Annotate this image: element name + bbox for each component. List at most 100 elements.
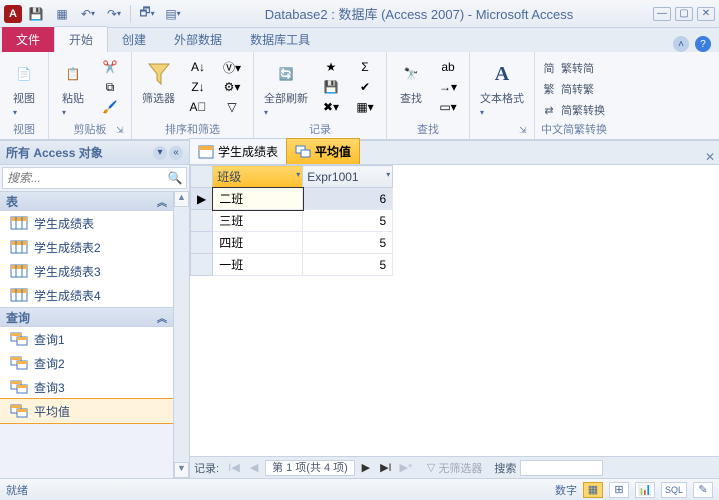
search-icon[interactable]: 🔍 [164,171,186,185]
sort-desc-icon[interactable]: Z↓ [183,78,213,96]
column-dropdown-icon[interactable]: ▾ [386,170,390,179]
doc-tab-query[interactable]: 平均值 [286,138,360,164]
undo-icon[interactable]: ↶▾ [76,3,100,25]
list-item[interactable]: 平均值 [0,399,173,423]
search-input[interactable] [3,171,164,185]
cell[interactable]: 一班 [213,254,303,276]
advanced-filter-icon[interactable]: ⚙▾ [217,78,247,96]
record-counter[interactable]: 第 1 项(共 4 项) [265,460,355,476]
select-icon[interactable]: ▭▾ [433,98,463,116]
table-row[interactable]: 三班 5 [191,210,393,232]
scroll-track[interactable] [174,207,189,462]
selection-filter-icon[interactable]: Ⓥ▾ [217,58,247,76]
next-record-icon[interactable]: ▶ [357,460,375,476]
app-icon[interactable]: A [4,5,22,23]
maximize-button[interactable]: ▢ [675,7,693,21]
view-button[interactable]: 📄 视图▾ [6,58,42,120]
goto-icon[interactable]: →▾ [433,78,463,96]
list-item[interactable]: 查询2 [0,351,173,375]
cell[interactable]: 5 [303,232,393,254]
cell[interactable]: 5 [303,210,393,232]
cell[interactable]: 二班 [213,188,303,210]
row-selector[interactable] [191,232,213,254]
sql-view-button[interactable]: SQL [661,482,687,498]
first-record-icon[interactable]: I◀ [225,460,243,476]
help-icon[interactable]: ? [695,36,711,52]
minimize-button[interactable]: — [653,7,671,21]
toggle-filter-icon[interactable]: ▽ [217,98,247,116]
paste-button[interactable]: 📋 粘贴▾ [55,58,91,120]
list-item[interactable]: 学生成绩表2 [0,235,173,259]
save-record-icon[interactable]: 💾 [316,78,346,96]
refresh-all-button[interactable]: 🔄 全部刷新▾ [260,58,312,120]
textfmt-dialog-launcher[interactable]: ⇲ [519,125,531,137]
select-all-corner[interactable] [191,166,213,188]
replace-icon[interactable]: ab [433,58,463,76]
table-row[interactable]: 四班 5 [191,232,393,254]
nav-header[interactable]: 所有 Access 对象 ▾ « [0,141,189,165]
row-selector[interactable] [191,210,213,232]
filter-button[interactable]: 筛选器 [138,58,179,108]
spelling-icon[interactable]: ✔ [350,78,380,96]
close-button[interactable]: ✕ [697,7,715,21]
recnav-search-input[interactable] [520,460,603,476]
design-view-icon[interactable]: ✎ [693,482,713,498]
pivottable-view-icon[interactable]: ⊞ [609,482,629,498]
object-icon[interactable]: ▦ [50,3,74,25]
column-header[interactable]: 班级▾ [213,166,303,188]
list-item[interactable]: 查询3 [0,375,173,399]
nav-group-tables[interactable]: 表 ︽ [0,191,173,211]
nav-dropdown-icon[interactable]: ▾ [153,146,167,160]
close-tab-icon[interactable]: ✕ [701,150,719,164]
cell[interactable]: 5 [303,254,393,276]
scroll-up-icon[interactable]: ▲ [174,191,189,207]
text-format-button[interactable]: A 文本格式▾ [476,58,528,120]
nav-scrollbar[interactable]: ▲ ▼ [173,191,189,478]
last-record-icon[interactable]: ▶I [377,460,395,476]
clipboard-dialog-launcher[interactable]: ⇲ [116,125,128,137]
filter-indicator[interactable]: ▽无筛选器 [427,460,482,476]
collapse-icon[interactable]: ︽ [157,310,167,325]
table-row[interactable]: 一班 5 [191,254,393,276]
prev-record-icon[interactable]: ◀ [245,460,263,476]
nav-collapse-icon[interactable]: « [169,146,183,160]
datasheet-view-icon[interactable]: ▦ [583,482,603,498]
totals-icon[interactable]: Σ [350,58,380,76]
redo-icon[interactable]: ↷▾ [102,3,126,25]
nav-group-queries[interactable]: 查询 ︽ [0,307,173,327]
tab-external-data[interactable]: 外部数据 [160,27,236,52]
list-item[interactable]: 学生成绩表 [0,211,173,235]
data-grid[interactable]: 班级▾ Expr1001▾ ▶ 二班 6 三班 5 四班 5 [190,165,393,276]
trad-to-simp-button[interactable]: 简繁转简 [541,58,605,78]
tab-file[interactable]: 文件 [2,27,54,52]
ribbon-minimize-icon[interactable]: ˄ [673,36,689,52]
simp-to-trad-button[interactable]: 繁简转繁 [541,79,605,99]
new-record-icon[interactable]: ★ [316,58,346,76]
collapse-icon[interactable]: ︽ [157,194,167,209]
row-selector[interactable]: ▶ [191,188,213,210]
cell[interactable]: 6 [303,188,393,210]
list-item[interactable]: 学生成绩表4 [0,283,173,307]
clear-sort-icon[interactable]: A⃠ [183,98,213,116]
cell[interactable]: 四班 [213,232,303,254]
table-row[interactable]: ▶ 二班 6 [191,188,393,210]
column-header[interactable]: Expr1001▾ [303,166,393,188]
cut-icon[interactable]: ✂️ [95,58,125,76]
scroll-down-icon[interactable]: ▼ [174,462,189,478]
sort-asc-icon[interactable]: A↓ [183,58,213,76]
doc-tab-table[interactable]: 学生成绩表 [189,138,287,164]
chinese-swap-button[interactable]: ⇄简繁转换 [541,100,605,120]
row-selector[interactable] [191,254,213,276]
delete-record-icon[interactable]: ✖▾ [316,98,346,116]
pivotchart-view-icon[interactable]: 📊 [635,482,655,498]
find-button[interactable]: 🔭 查找 [393,58,429,108]
format-painter-icon[interactable]: 🖌️ [95,98,125,116]
more-records-icon[interactable]: ▦▾ [350,98,380,116]
tab-db-tools[interactable]: 数据库工具 [236,27,324,52]
column-dropdown-icon[interactable]: ▾ [296,170,300,179]
tab-create[interactable]: 创建 [108,27,160,52]
copy-icon[interactable]: ⧉ [95,78,125,96]
table-view-icon[interactable]: ▤▾ [161,3,185,25]
list-item[interactable]: 查询1 [0,327,173,351]
window-list-icon[interactable]: 🗗▾ [135,3,159,25]
